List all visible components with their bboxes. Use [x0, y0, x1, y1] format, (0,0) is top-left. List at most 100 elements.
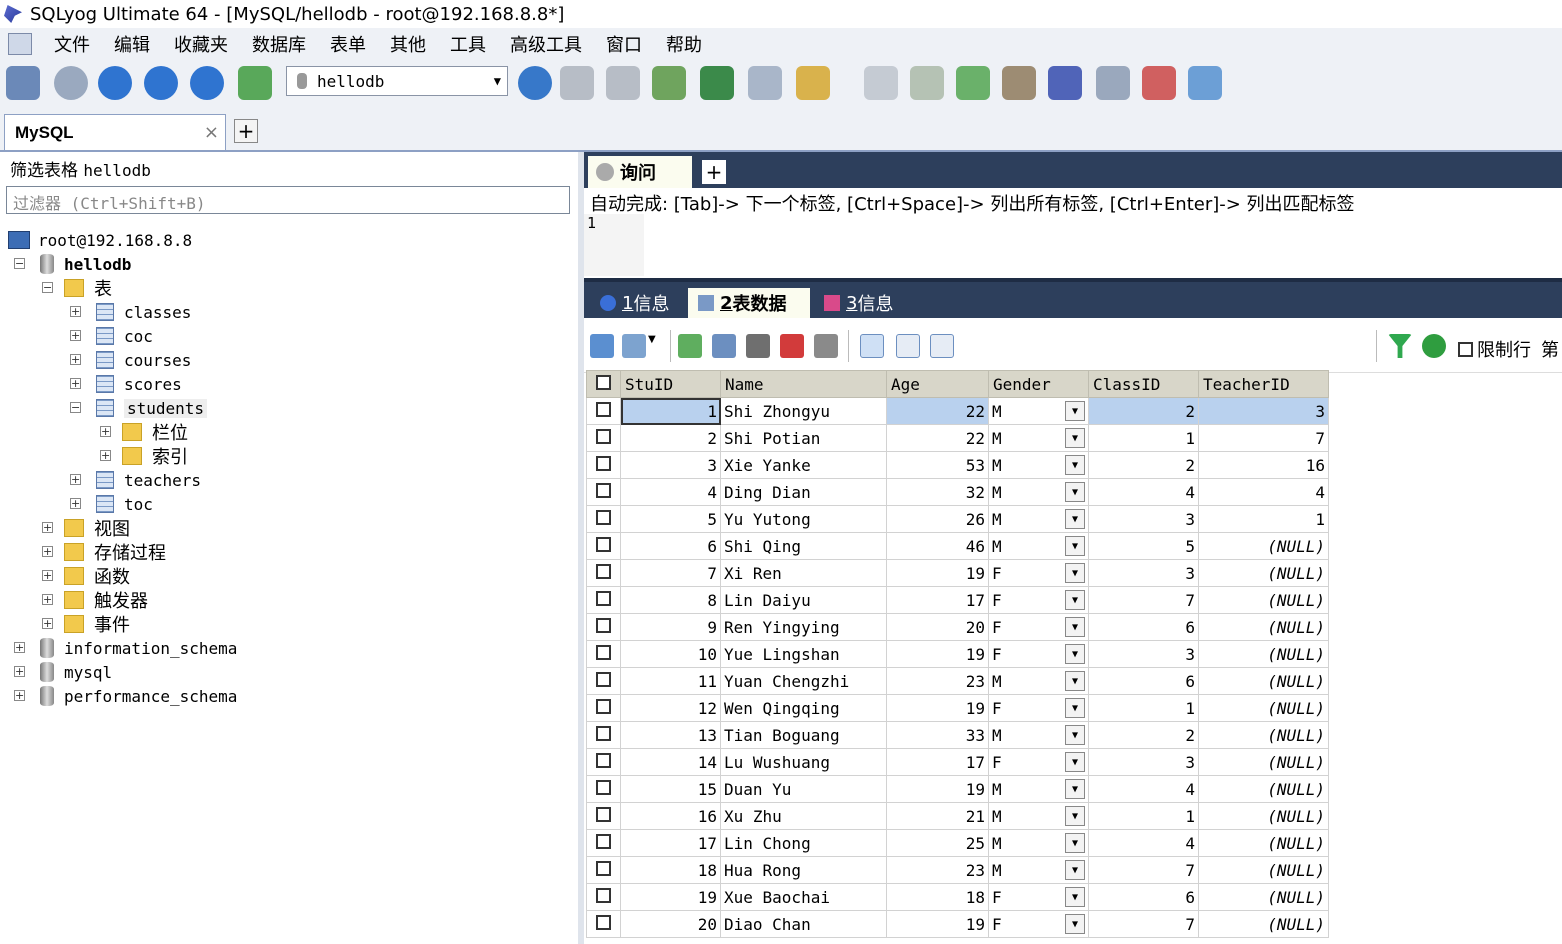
tree-table-teachers[interactable]: teachers	[96, 468, 201, 492]
tree-folder-triggers[interactable]: 触发器	[64, 588, 148, 612]
query-tab[interactable]: 询问	[588, 156, 692, 188]
table-row[interactable]: 14 Lu Wushuang 17 F ▼ 3 (NULL)	[586, 748, 1329, 776]
chevron-down-icon[interactable]: ▼	[1065, 644, 1085, 664]
grid-cell-teacherid[interactable]: (NULL)	[1198, 613, 1329, 641]
grid-cell-classid[interactable]: 2	[1088, 451, 1199, 479]
grid-cell-gender[interactable]: M ▼	[988, 856, 1089, 884]
grid-cell-name[interactable]: Lin Daiyu	[720, 586, 887, 614]
grid-cell-gender[interactable]: M ▼	[988, 532, 1089, 560]
tree-folder-procedures[interactable]: 存储过程	[64, 540, 166, 564]
grid-cell-classid[interactable]: 6	[1088, 613, 1199, 641]
row-checkbox[interactable]	[586, 532, 621, 560]
chevron-down-icon[interactable]: ▼	[1065, 806, 1085, 826]
tree-table-coc[interactable]: coc	[96, 324, 153, 348]
grid-cell-gender[interactable]: M ▼	[988, 802, 1089, 830]
grid-cell-name[interactable]: Diao Chan	[720, 910, 887, 938]
filter-input[interactable]: 过滤器 (Ctrl+Shift+B)	[6, 186, 570, 214]
grid-cell-name[interactable]: Xue Baochai	[720, 883, 887, 911]
chevron-down-icon[interactable]: ▼	[1065, 455, 1085, 475]
table-row[interactable]: 17 Lin Chong 25 M ▼ 4 (NULL)	[586, 829, 1329, 857]
grid-cell-name[interactable]: Wen Qingqing	[720, 694, 887, 722]
grid-cell-teacherid[interactable]: (NULL)	[1198, 748, 1329, 776]
grid-cell-age[interactable]: 32	[886, 478, 989, 506]
table-row[interactable]: 4 Ding Dian 32 M ▼ 4 4	[586, 478, 1329, 506]
expand-toggle[interactable]: +	[14, 690, 25, 701]
grid-cell-gender[interactable]: M ▼	[988, 721, 1089, 749]
chevron-down-icon[interactable]: ▼	[1065, 617, 1085, 637]
grid-cell-name[interactable]: Lin Chong	[720, 829, 887, 857]
grid-cell-classid[interactable]: 3	[1088, 505, 1199, 533]
grid-cell-stuid[interactable]: 14	[620, 748, 721, 776]
grid-cell-name[interactable]: Yu Yutong	[720, 505, 887, 533]
row-checkbox[interactable]	[586, 856, 621, 884]
user-manager-icon[interactable]	[518, 66, 552, 100]
grid-mode-icon[interactable]	[860, 334, 884, 358]
menu-tools[interactable]: 工具	[438, 31, 498, 57]
tree-folder-functions[interactable]: 函数	[64, 564, 130, 588]
expand-toggle[interactable]: +	[42, 546, 53, 557]
grid-cell-teacherid[interactable]: (NULL)	[1198, 694, 1329, 722]
grid-cell-teacherid[interactable]: (NULL)	[1198, 532, 1329, 560]
grid-cell-stuid[interactable]: 16	[620, 802, 721, 830]
refresh-icon[interactable]	[1422, 334, 1446, 358]
close-icon[interactable]: ×	[204, 122, 219, 143]
chevron-down-icon[interactable]: ▼	[1065, 563, 1085, 583]
expand-toggle[interactable]: +	[14, 642, 25, 653]
row-checkbox[interactable]	[586, 586, 621, 614]
row-checkbox[interactable]	[586, 451, 621, 479]
grid-cell-stuid[interactable]: 9	[620, 613, 721, 641]
grid-cell-teacherid[interactable]: (NULL)	[1198, 559, 1329, 587]
grid-cell-teacherid[interactable]: 4	[1198, 478, 1329, 506]
chevron-down-icon[interactable]: ▼	[1065, 860, 1085, 880]
grid-cell-classid[interactable]: 4	[1088, 478, 1199, 506]
grid-cell-teacherid[interactable]: (NULL)	[1198, 775, 1329, 803]
grid-cell-age[interactable]: 21	[886, 802, 989, 830]
grid-cell-age[interactable]: 19	[886, 559, 989, 587]
result-tab-messages[interactable]: 1 信息	[590, 288, 684, 318]
restore-icon[interactable]	[606, 66, 640, 100]
table-row[interactable]: 10 Yue Lingshan 19 F ▼ 3 (NULL)	[586, 640, 1329, 668]
grid-cell-classid[interactable]: 3	[1088, 559, 1199, 587]
grid-cell-age[interactable]: 18	[886, 883, 989, 911]
grid-cell-classid[interactable]: 1	[1088, 424, 1199, 452]
grid-cell-age[interactable]: 25	[886, 829, 989, 857]
table-row[interactable]: 16 Xu Zhu 21 M ▼ 1 (NULL)	[586, 802, 1329, 830]
expand-toggle[interactable]: +	[70, 378, 81, 389]
tree-db-performance-schema[interactable]: performance_schema	[40, 684, 237, 708]
table-row[interactable]: 15 Duan Yu 19 M ▼ 4 (NULL)	[586, 775, 1329, 803]
row-checkbox[interactable]	[586, 397, 621, 425]
row-checkbox[interactable]	[586, 613, 621, 641]
chevron-down-icon[interactable]: ▼	[1065, 833, 1085, 853]
grid-cell-classid[interactable]: 3	[1088, 640, 1199, 668]
grid-cell-name[interactable]: Yue Lingshan	[720, 640, 887, 668]
grid-cell-gender[interactable]: F ▼	[988, 883, 1089, 911]
grid-cell-stuid[interactable]: 18	[620, 856, 721, 884]
table-row[interactable]: 8 Lin Daiyu 17 F ▼ 7 (NULL)	[586, 586, 1329, 614]
row-checkbox[interactable]	[586, 640, 621, 668]
scheduler-icon[interactable]	[1048, 66, 1082, 100]
grid-cell-teacherid[interactable]: (NULL)	[1198, 640, 1329, 668]
tree-table-students[interactable]: students	[96, 396, 208, 420]
grid-cell-age[interactable]: 20	[886, 613, 989, 641]
grid-cell-gender[interactable]: M ▼	[988, 505, 1089, 533]
table-row[interactable]: 20 Diao Chan 19 F ▼ 7 (NULL)	[586, 910, 1329, 938]
grid-cell-name[interactable]: Yuan Chengzhi	[720, 667, 887, 695]
expand-toggle[interactable]: +	[70, 474, 81, 485]
column-header[interactable]: TeacherID	[1198, 370, 1329, 398]
grid-cell-name[interactable]: Xie Yanke	[720, 451, 887, 479]
grid-cell-teacherid[interactable]: (NULL)	[1198, 721, 1329, 749]
grid-cell-stuid[interactable]: 20	[620, 910, 721, 938]
collapse-toggle[interactable]: −	[14, 258, 25, 269]
column-header[interactable]: Age	[886, 370, 989, 398]
grid-cell-age[interactable]: 22	[886, 397, 989, 425]
result-tab-info[interactable]: 3 信息	[814, 288, 908, 318]
grid-cell-gender[interactable]: F ▼	[988, 613, 1089, 641]
schema-icon[interactable]	[1188, 66, 1222, 100]
users-icon[interactable]	[238, 66, 272, 100]
tree-folder-views[interactable]: 视图	[64, 516, 130, 540]
chevron-down-icon[interactable]: ▼	[1065, 698, 1085, 718]
text-mode-icon[interactable]	[930, 334, 954, 358]
grid-cell-teacherid[interactable]: (NULL)	[1198, 586, 1329, 614]
grid-cell-teacherid[interactable]: (NULL)	[1198, 856, 1329, 884]
grid-cell-gender[interactable]: M ▼	[988, 478, 1089, 506]
